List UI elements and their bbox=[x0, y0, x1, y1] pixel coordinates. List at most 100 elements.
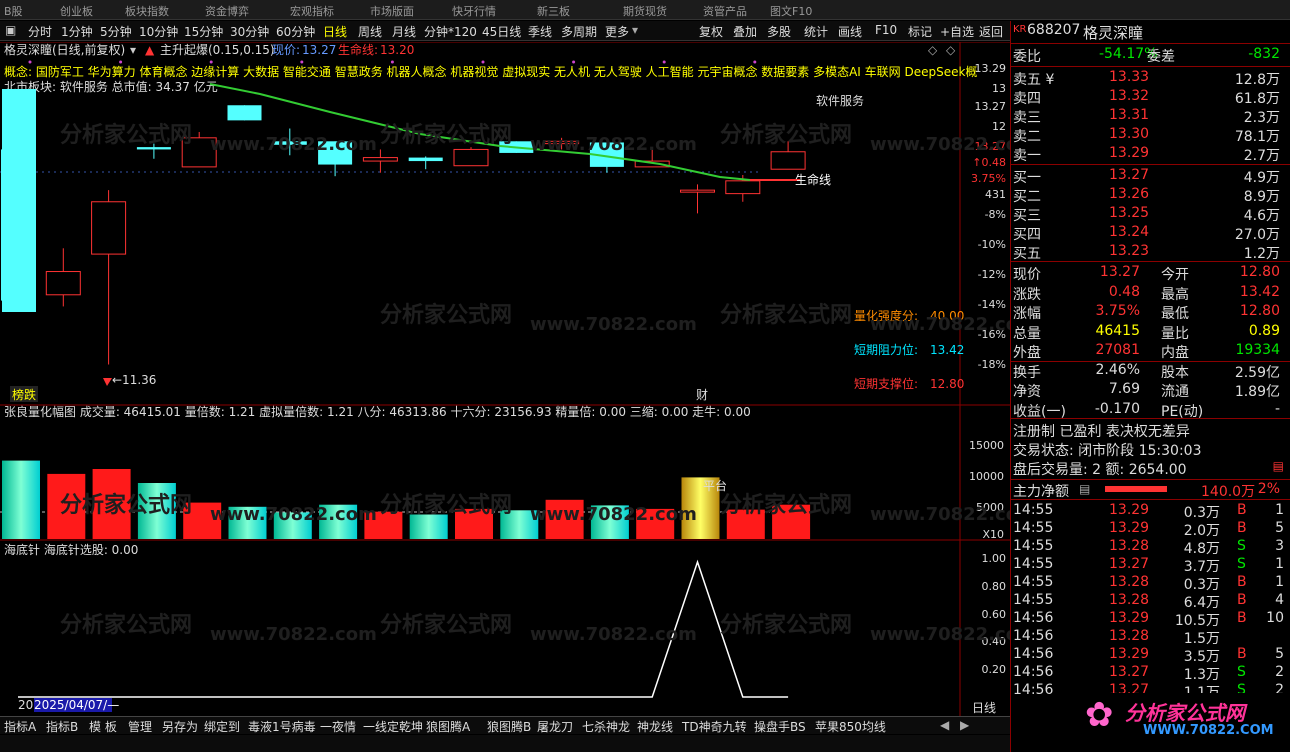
stat-label: 现价 bbox=[1013, 267, 1041, 283]
indicator-tab-1[interactable]: 指标A bbox=[4, 718, 36, 735]
topnav-item[interactable]: 创业板 bbox=[60, 3, 93, 19]
topnav-item[interactable]: 资管产品 bbox=[703, 3, 747, 19]
indicator-tab-13[interactable]: 七杀神龙 bbox=[582, 718, 630, 735]
ask-qty: 12.8万 bbox=[1234, 72, 1280, 88]
topnav-item[interactable]: B股 bbox=[4, 3, 23, 19]
settings-icon[interactable]: ▤ bbox=[1273, 459, 1284, 473]
tick-qty: 3.5万 bbox=[1183, 649, 1220, 665]
tick-time: 14:55 bbox=[1013, 502, 1054, 518]
topnav-item[interactable]: 资金博弈 bbox=[205, 3, 249, 19]
toolbar-right-3[interactable]: 多股 bbox=[767, 23, 791, 40]
period-7[interactable]: 60分钟 bbox=[276, 23, 315, 40]
bid-label: 买五 bbox=[1013, 246, 1041, 262]
tick-price: 13.29 bbox=[1109, 610, 1150, 626]
tick-price: 13.27 bbox=[1109, 556, 1150, 572]
toolbar-right-1[interactable]: 复权 bbox=[699, 23, 723, 40]
period-10[interactable]: 月线 bbox=[392, 23, 416, 40]
period-2[interactable]: 1分钟 bbox=[61, 23, 93, 40]
top-nav-bar: B股 创业板 板块指数 资金博弈 宏观指标 市场版面 快牙行情 新三板 期货现货 资管产品 图文F1… bbox=[0, 0, 1290, 20]
topnav-item[interactable]: 新三板 bbox=[537, 3, 570, 19]
stat-label-2: 内盘 bbox=[1161, 345, 1189, 361]
toolbar-right-4[interactable]: 统计 bbox=[804, 23, 828, 40]
indicator-tab-15[interactable]: TD神奇九转 bbox=[682, 718, 747, 735]
indicator-tab-16[interactable]: 操盘手BS bbox=[754, 718, 806, 735]
watermark: 分析家公式网 bbox=[720, 492, 852, 518]
period-8[interactable]: 日线 bbox=[323, 23, 347, 40]
topnav-item[interactable]: 板块指数 bbox=[125, 3, 169, 19]
indicator-tab-7[interactable]: 毒液1号病毒 bbox=[248, 718, 316, 735]
indicator-tab-8[interactable]: 一夜情 bbox=[320, 718, 356, 735]
flow-icon[interactable]: ▤ bbox=[1079, 482, 1090, 496]
indicator-tab-17[interactable]: 苹果850均线 bbox=[815, 718, 886, 735]
indicator-tab-3[interactable]: 模 板 bbox=[89, 718, 117, 735]
indicator-tab-12[interactable]: 屠龙刀 bbox=[537, 718, 573, 735]
period-5[interactable]: 15分钟 bbox=[184, 23, 223, 40]
period-15[interactable]: 更多 bbox=[605, 23, 629, 40]
toolbar-right-9[interactable]: 返回 bbox=[979, 23, 1003, 40]
tick-price: 13.29 bbox=[1109, 520, 1150, 536]
panel-divider bbox=[1011, 499, 1290, 500]
period-toolbar: 分时 1分钟 5分钟 10分钟 15分钟 30分钟 60分钟 日线 周线 月线 分钟*120 45日线… bbox=[0, 21, 1010, 41]
kline-chart[interactable]: 格灵深瞳 (日线,前复权) ▾ ▲ 主升起爆(0.15,0.15)现价: 13.27 生命线… bbox=[0, 42, 1010, 718]
ask-label: 卖一 bbox=[1013, 148, 1041, 164]
indicator-tab-6[interactable]: 绑定到 bbox=[204, 718, 240, 735]
sector-tag: 软件服务 bbox=[816, 93, 864, 108]
topnav-item[interactable]: 快牙行情 bbox=[452, 3, 496, 19]
stat-label-2: 最低 bbox=[1161, 306, 1189, 322]
tick-time: 14:56 bbox=[1013, 628, 1054, 644]
toolbar-right-8[interactable]: +自选 bbox=[940, 23, 974, 40]
watermark: 分析家公式网 bbox=[720, 612, 852, 638]
stat-value: 46415 bbox=[1095, 322, 1140, 339]
scroll-right-icon[interactable]: ▶ bbox=[960, 718, 969, 732]
more-arrow-icon[interactable]: ▾ bbox=[632, 23, 638, 37]
tick-qty: 2.0万 bbox=[1183, 523, 1220, 539]
volume-axis-label: 15000 bbox=[969, 439, 1004, 452]
price-axis-label: 13 bbox=[992, 82, 1006, 95]
after-hours: 盘后交易量: 2 额: 2654.00 bbox=[1013, 462, 1187, 478]
topnav-item[interactable]: 期货现货 bbox=[623, 3, 667, 19]
period-12[interactable]: 45日线 bbox=[482, 23, 521, 40]
tick-price: 13.29 bbox=[1109, 646, 1150, 662]
toolbar-right-6[interactable]: F10 bbox=[875, 23, 897, 37]
diamond-icon-2: ◇ bbox=[946, 43, 956, 57]
stock-code: 688207 bbox=[1027, 22, 1081, 38]
toolbar-right-5[interactable]: 画线 bbox=[838, 23, 862, 40]
topnav-item[interactable]: 图文F10 bbox=[770, 3, 812, 19]
concept-line: 概念: 国防军工 华为算力 体育概念 边缘计算 大数据 智能交通 智慧政务 机器… bbox=[4, 64, 977, 79]
indicator-tab-2[interactable]: 指标B bbox=[46, 718, 78, 735]
toolbar-right-2[interactable]: 叠加 bbox=[733, 23, 757, 40]
scroll-left-icon[interactable]: ◀ bbox=[940, 718, 949, 732]
indicator-tab-14[interactable]: 神龙线 bbox=[637, 718, 673, 735]
panel-divider bbox=[1011, 479, 1290, 480]
toolbar-right-7[interactable]: 标记 bbox=[908, 23, 932, 40]
signal-dot bbox=[209, 60, 213, 64]
period-4[interactable]: 10分钟 bbox=[139, 23, 178, 40]
topnav-item[interactable]: 宏观指标 bbox=[290, 3, 334, 19]
indicator-tab-9[interactable]: 一线定乾坤 bbox=[363, 718, 423, 735]
period-6[interactable]: 30分钟 bbox=[230, 23, 269, 40]
indicator-tab-5[interactable]: 另存为 bbox=[162, 718, 198, 735]
indicator-tab-10[interactable]: 狼图腾A bbox=[426, 718, 470, 735]
topnav-item[interactable]: 市场版面 bbox=[370, 3, 414, 19]
ask-qty: 2.3万 bbox=[1243, 110, 1280, 126]
period-1[interactable]: 分时 bbox=[28, 23, 52, 40]
indicator-tab-11[interactable]: 狼图腾B bbox=[487, 718, 531, 735]
bottom-strip bbox=[0, 735, 1010, 752]
indicator-tab-4[interactable]: 管理 bbox=[128, 718, 152, 735]
period-13[interactable]: 季线 bbox=[528, 23, 552, 40]
menu-icon[interactable]: ▣ bbox=[5, 23, 16, 37]
tick-flag: B bbox=[1237, 646, 1247, 662]
tick-qty: 1.3万 bbox=[1183, 667, 1220, 683]
period-14[interactable]: 多周期 bbox=[561, 23, 597, 40]
period-11[interactable]: 分钟*120 bbox=[424, 23, 477, 40]
watermark-url: www.70822.com bbox=[530, 314, 697, 335]
stat-value: -0.170 bbox=[1094, 400, 1140, 417]
signal-dot bbox=[753, 60, 757, 64]
tick-time: 14:56 bbox=[1013, 664, 1054, 680]
period-9[interactable]: 周线 bbox=[358, 23, 382, 40]
stat-value-2: - bbox=[1274, 400, 1280, 417]
stat-label-2: 流通 bbox=[1161, 384, 1189, 400]
period-3[interactable]: 5分钟 bbox=[100, 23, 132, 40]
ask-label: 卖五 ¥ bbox=[1013, 72, 1055, 88]
tick-flag: B bbox=[1237, 502, 1247, 518]
